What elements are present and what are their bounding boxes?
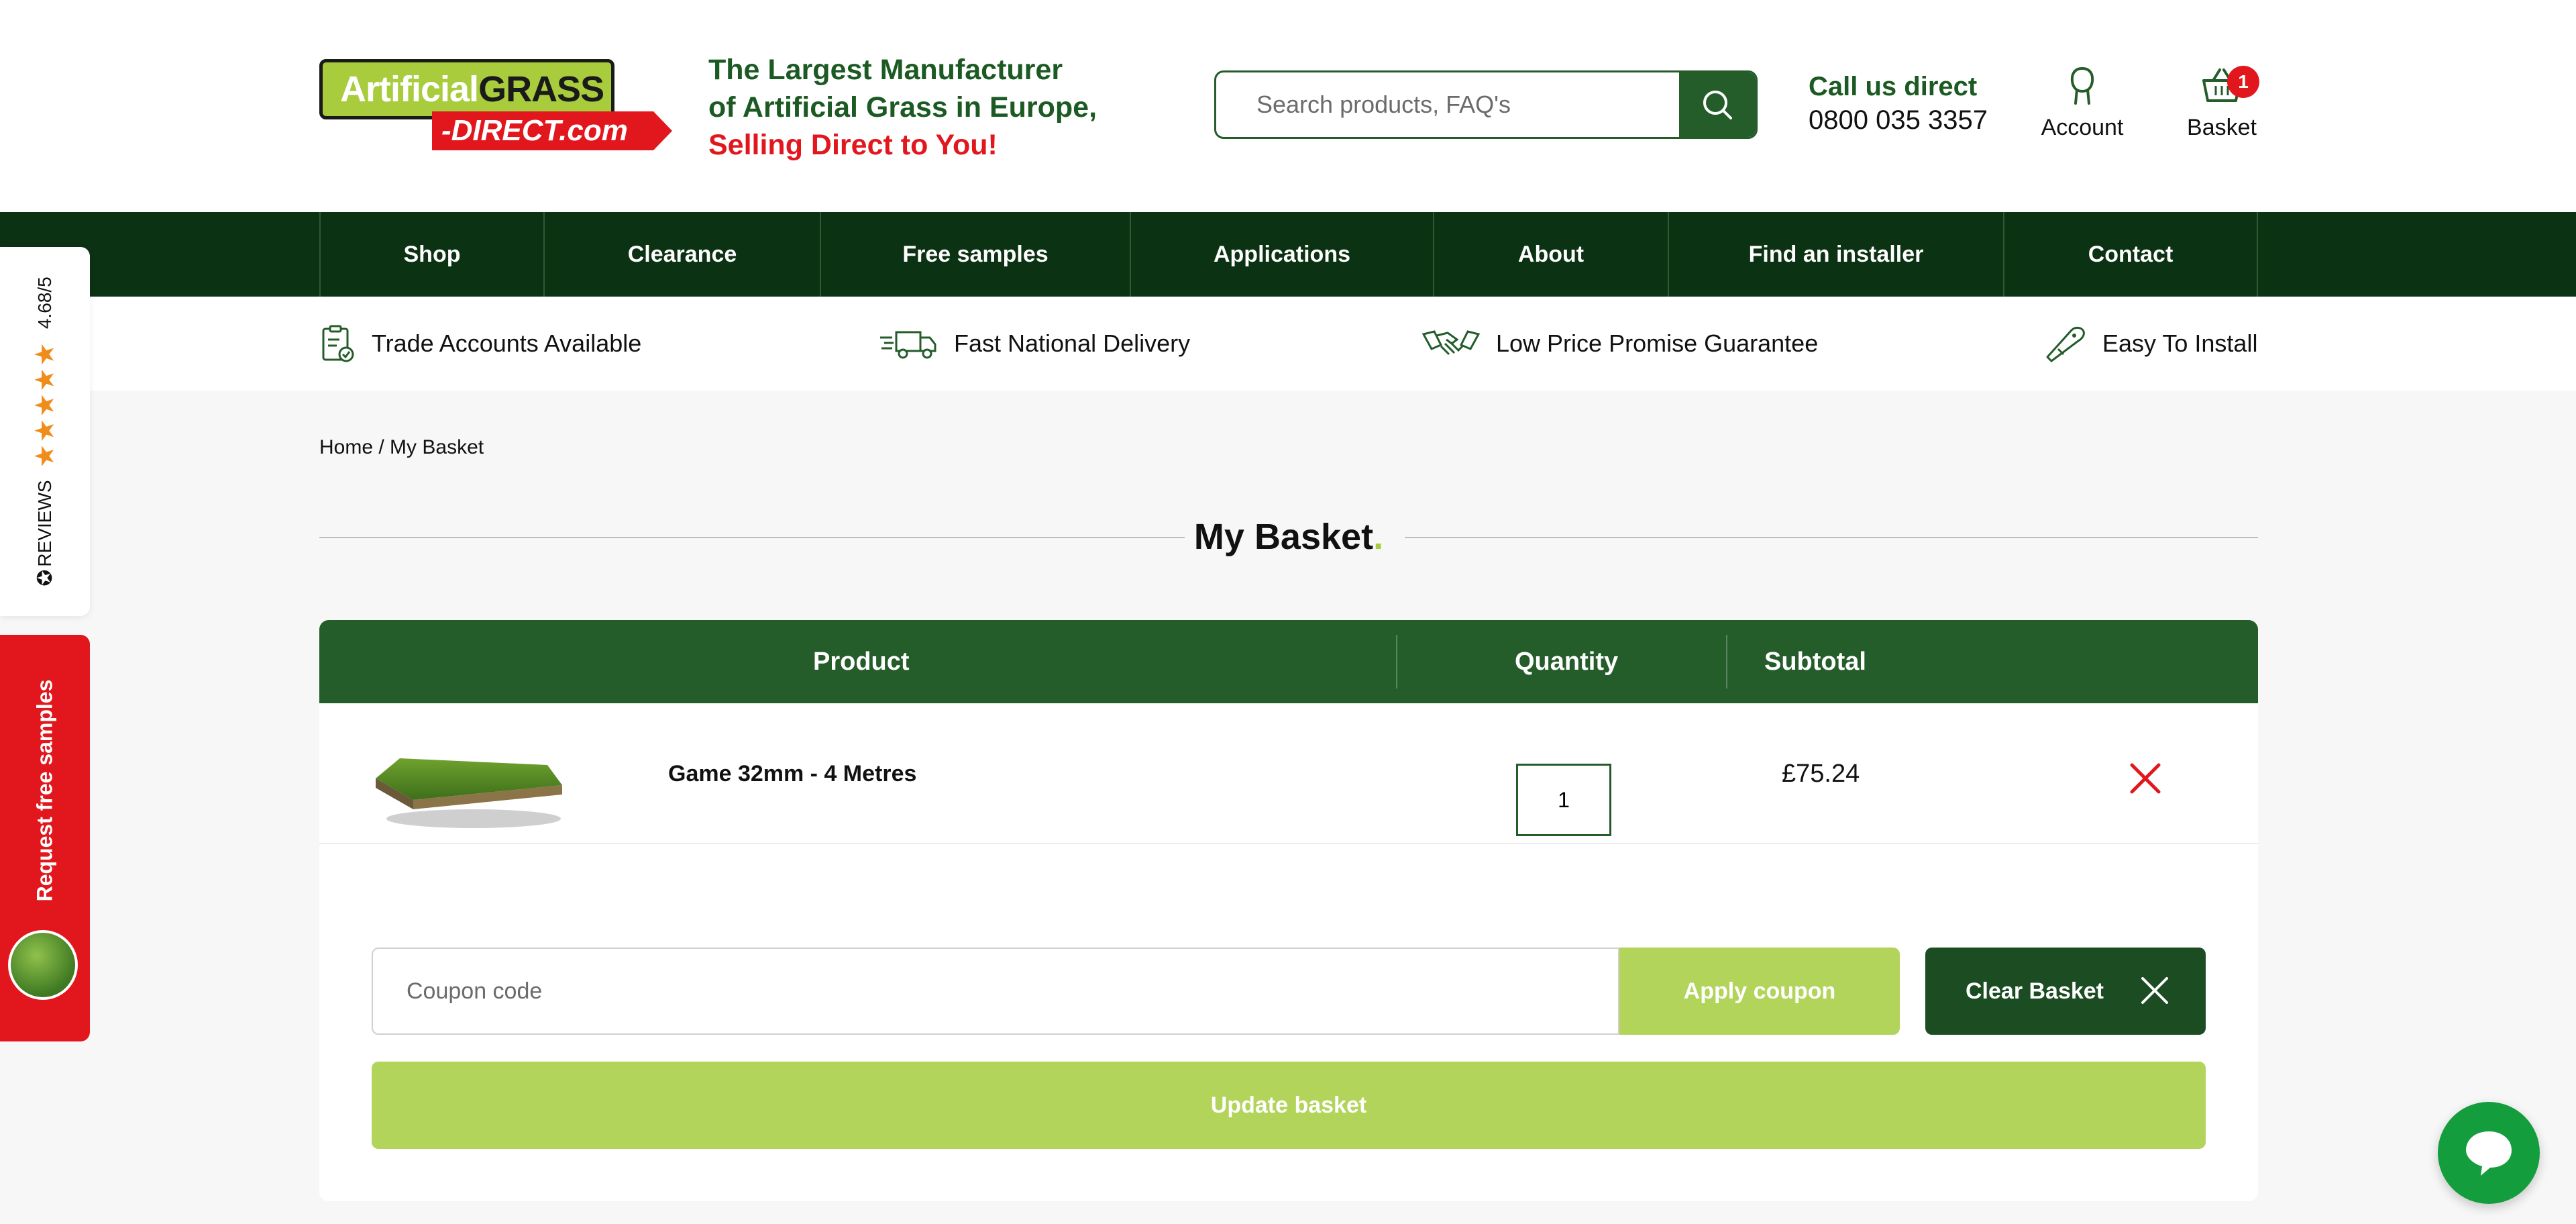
basket-card: Product Quantity Subtotal Game 32mm - 4 … [319, 620, 2258, 1201]
account-label: Account [2041, 115, 2124, 140]
tagline-line-1: The Largest Manufacturer [708, 54, 1063, 86]
reviews-logo-icon: ✪ [34, 569, 56, 586]
close-icon [2141, 977, 2168, 1004]
usp-delivery: Fast National Delivery [879, 297, 1190, 391]
basket-table-header: Product Quantity Subtotal [319, 620, 2258, 703]
usp-label: Easy To Install [2102, 329, 2258, 357]
nav-applications[interactable]: Applications [1131, 212, 1434, 297]
page-title-text: My Basket [1193, 517, 1374, 557]
usp-label: Low Price Promise Guarantee [1496, 329, 1819, 357]
header-tagline: The Largest Manufacturer of Artificial G… [708, 51, 1138, 164]
usp-label: Trade Accounts Available [372, 329, 642, 357]
reviews-tab[interactable]: ✪ REVIEWS ★★★★★ 4.68/5 [0, 247, 90, 616]
logo-text-artificial: Artificial [340, 69, 479, 109]
clipboard-check-icon [322, 325, 354, 362]
site-logo[interactable]: ArtificialGRASS -DIRECT.com [319, 59, 672, 152]
star-rating-icon: ★★★★★ [30, 341, 60, 468]
user-icon [2070, 66, 2094, 105]
page-title-wrap: My Basket. [319, 510, 2258, 564]
header-separator [1396, 635, 1397, 688]
basket-label: Basket [2187, 115, 2257, 140]
reviews-brand: REVIEWS [34, 480, 55, 567]
clear-basket-button[interactable]: Clear Basket [1925, 948, 2206, 1035]
usp-trade-accounts: Trade Accounts Available [319, 297, 641, 391]
request-samples-tab[interactable]: Request free samples [0, 635, 90, 1041]
usp-bar: Trade Accounts Available Fast National D… [0, 297, 2576, 391]
chat-bubble-icon [2466, 1131, 2512, 1176]
call-us[interactable]: Call us direct 0800 035 3357 [1809, 70, 2023, 137]
header-quantity: Quantity [1515, 648, 1619, 676]
nav-clearance[interactable]: Clearance [545, 212, 821, 297]
product-name[interactable]: Game 32mm - 4 Metres [668, 703, 916, 844]
update-basket-button[interactable]: Update basket [372, 1062, 2206, 1149]
logo-text-grass: GRASS [478, 69, 604, 109]
page-title: My Basket. [319, 510, 2258, 564]
nav-contact[interactable]: Contact [2004, 212, 2258, 297]
nav-find-installer[interactable]: Find an installer [1669, 212, 2004, 297]
chat-launcher[interactable] [2438, 1102, 2540, 1204]
handshake-icon [1421, 330, 1481, 356]
header-separator [1726, 635, 1727, 688]
breadcrumb-current: My Basket [390, 436, 484, 458]
search-icon [1703, 91, 1732, 119]
header-product: Product [813, 648, 910, 676]
basket-count-badge: 1 [2227, 66, 2259, 98]
nav-shop[interactable]: Shop [321, 212, 545, 297]
site-header: ArtificialGRASS -DIRECT.com The Largest … [0, 0, 2576, 212]
product-thumbnail[interactable] [373, 745, 568, 832]
nav-about[interactable]: About [1434, 212, 1669, 297]
logo-top: ArtificialGRASS [319, 59, 614, 119]
header-subtotal: Subtotal [1764, 648, 1866, 676]
usp-label: Fast National Delivery [954, 329, 1191, 357]
grass-sample-image [8, 930, 78, 1000]
nav-free-samples[interactable]: Free samples [821, 212, 1131, 297]
basket-link[interactable]: 1 Basket [2182, 64, 2262, 141]
call-label: Call us direct [1809, 72, 1978, 101]
breadcrumb-separator: / [373, 436, 390, 458]
quantity-input[interactable] [1516, 764, 1611, 836]
account-link[interactable]: Account [2037, 64, 2128, 141]
remove-item-icon[interactable] [2124, 757, 2167, 800]
tagline-line-3: Selling Direct to You! [708, 129, 998, 161]
request-samples-label: Request free samples [32, 679, 57, 902]
usp-easy-install: Easy To Install [2045, 297, 2257, 391]
row-subtotal: £75.24 [1782, 760, 1860, 788]
reviews-rating: 4.68/5 [34, 276, 55, 329]
search-button[interactable] [1679, 72, 1756, 137]
usp-price-promise: Low Price Promise Guarantee [1421, 297, 1818, 391]
reviews-widget: ✪ REVIEWS ★★★★★ 4.68/5 [30, 276, 60, 586]
tagline-line-2: of Artificial Grass in Europe, [708, 91, 1097, 123]
utility-knife-icon [2046, 326, 2085, 362]
breadcrumb-home[interactable]: Home [319, 436, 373, 458]
delivery-truck-icon [880, 331, 936, 359]
search-bar [1214, 70, 1758, 139]
page-title-dot: . [1373, 517, 1384, 557]
phone-number[interactable]: 0800 035 3357 [1809, 103, 2023, 137]
logo-bottom: -DIRECT.com [432, 111, 672, 150]
table-row: Game 32mm - 4 Metres £75.24 [319, 703, 2258, 844]
breadcrumb: Home / My Basket [319, 436, 484, 459]
clear-basket-label: Clear Basket [1966, 978, 2104, 1004]
search-input[interactable] [1216, 72, 1683, 137]
main-nav: Shop Clearance Free samples Applications… [0, 212, 2576, 297]
apply-coupon-button[interactable]: Apply coupon [1619, 948, 1900, 1035]
coupon-input[interactable] [372, 948, 1619, 1035]
